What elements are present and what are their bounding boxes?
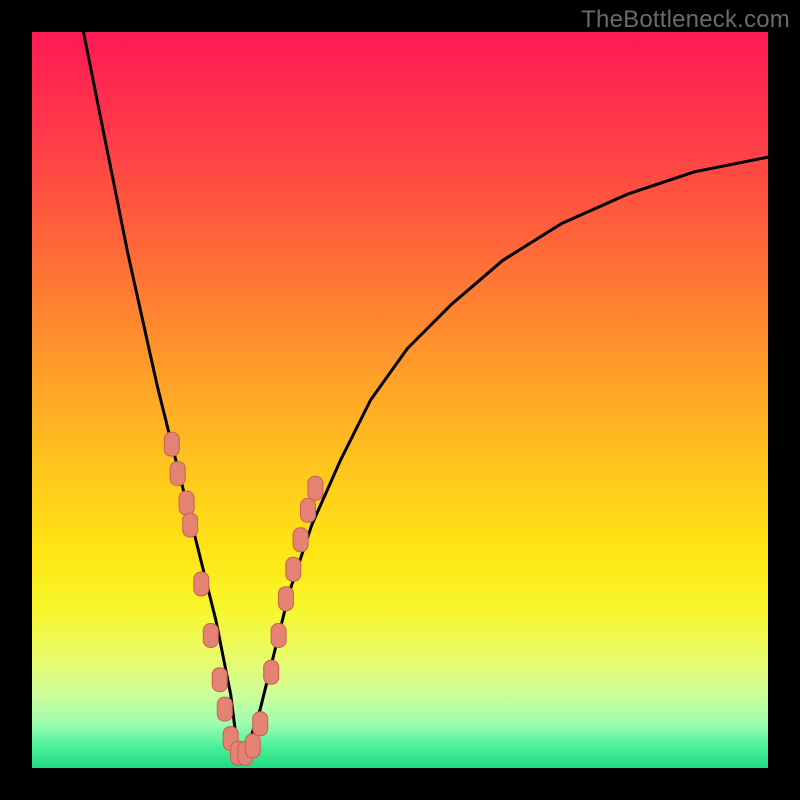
curve-marker xyxy=(194,572,209,596)
curve-marker xyxy=(170,462,185,486)
curve-marker xyxy=(301,498,316,522)
curve-marker xyxy=(286,557,301,581)
curve-marker xyxy=(203,624,218,648)
curve-marker xyxy=(253,712,268,736)
curve-marker xyxy=(271,624,286,648)
curve-marker xyxy=(217,697,232,721)
curve-marker xyxy=(278,587,293,611)
curve-marker xyxy=(183,513,198,537)
watermark-text: TheBottleneck.com xyxy=(581,6,790,34)
curve-marker xyxy=(308,476,323,500)
bottleneck-curve xyxy=(84,32,769,753)
curve-marker xyxy=(179,491,194,515)
outer-frame: TheBottleneck.com xyxy=(0,0,800,800)
curve-marker xyxy=(212,668,227,692)
curve-marker xyxy=(164,432,179,456)
curve-marker xyxy=(245,734,260,758)
curve-marker xyxy=(264,660,279,684)
chart-svg xyxy=(32,32,768,768)
curve-marker xyxy=(293,528,308,552)
plot-area xyxy=(32,32,768,768)
